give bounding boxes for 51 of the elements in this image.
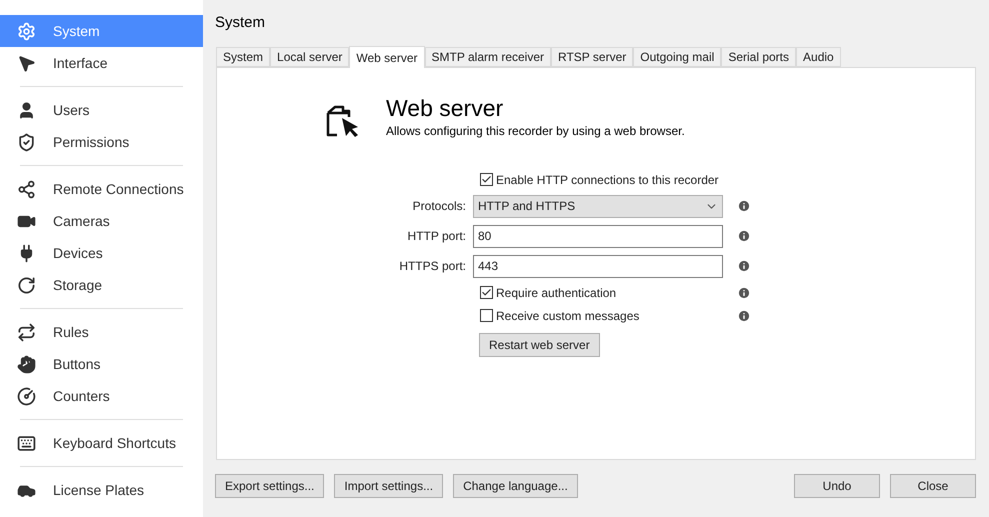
footer-button[interactable]: Import settings... — [334, 474, 444, 498]
section-description: Allows configuring this recorder by using a web browser. — [386, 123, 685, 140]
tab[interactable]: Audio — [796, 47, 841, 67]
gear-icon — [17, 22, 36, 40]
sidebar-item[interactable]: Counters — [0, 380, 203, 412]
loop-arrow-icon — [17, 322, 36, 342]
checkbox[interactable] — [480, 286, 493, 299]
share-icon — [17, 180, 36, 198]
hand-icon — [17, 354, 36, 374]
field-label: Protocols: — [412, 198, 467, 215]
tab[interactable]: System — [216, 47, 270, 67]
sidebar-item[interactable]: Devices — [0, 237, 203, 269]
sidebar-item[interactable]: Keyboard Shortcuts — [0, 427, 203, 459]
footer-button[interactable]: Export settings... — [215, 474, 324, 498]
tab[interactable]: Outgoing mail — [633, 47, 722, 67]
footer-button[interactable]: Undo — [794, 474, 880, 498]
page-title: System — [215, 14, 266, 32]
checkbox[interactable] — [480, 309, 493, 322]
sidebar-item[interactable]: Rules — [0, 316, 203, 348]
footer-button[interactable]: Change language... — [453, 474, 578, 498]
sidebar-item[interactable]: Interface — [0, 47, 203, 79]
sidebar-item[interactable]: Remote Connections — [0, 173, 203, 205]
protocols-dropdown[interactable]: HTTP and HTTPS — [473, 194, 723, 218]
circle-arrow-icon — [17, 276, 36, 294]
tab[interactable]: Serial ports — [721, 47, 796, 67]
checkbox-label: Enable HTTP connections to this recorder — [496, 172, 719, 188]
field-label: HTTP port: — [406, 228, 467, 245]
user-icon — [17, 100, 36, 120]
tab[interactable]: Web server — [349, 46, 425, 68]
sidebar-item[interactable]: Permissions — [0, 126, 203, 158]
footer-button[interactable]: Close — [890, 474, 976, 498]
field-label: HTTPS port: — [398, 258, 467, 275]
sidebar-item[interactable]: Buttons — [0, 348, 203, 380]
tab[interactable]: SMTP alarm receiver — [424, 47, 552, 67]
pointer-icon — [17, 54, 36, 72]
sidebar-item[interactable]: Cameras — [0, 205, 203, 237]
port-field[interactable]: 80 — [473, 224, 723, 248]
keyboard-icon — [17, 434, 36, 452]
restart-button[interactable]: Restart web server — [479, 333, 600, 357]
gauge-icon — [17, 386, 36, 406]
port-field[interactable]: 443 — [473, 254, 723, 278]
tab[interactable]: RTSP server — [551, 47, 634, 67]
tab[interactable]: Local server — [270, 47, 350, 67]
checkbox-label: Receive custom messages — [496, 308, 640, 324]
section-title: Web server — [386, 94, 504, 122]
shield-icon — [17, 132, 36, 152]
sidebar-item[interactable]: Storage — [0, 269, 203, 301]
sidebar-item[interactable]: License Plates — [0, 474, 203, 506]
checkbox[interactable] — [480, 173, 493, 186]
checkbox-label: Require authentication — [496, 284, 616, 302]
sidebar-item[interactable]: Users — [0, 94, 203, 126]
